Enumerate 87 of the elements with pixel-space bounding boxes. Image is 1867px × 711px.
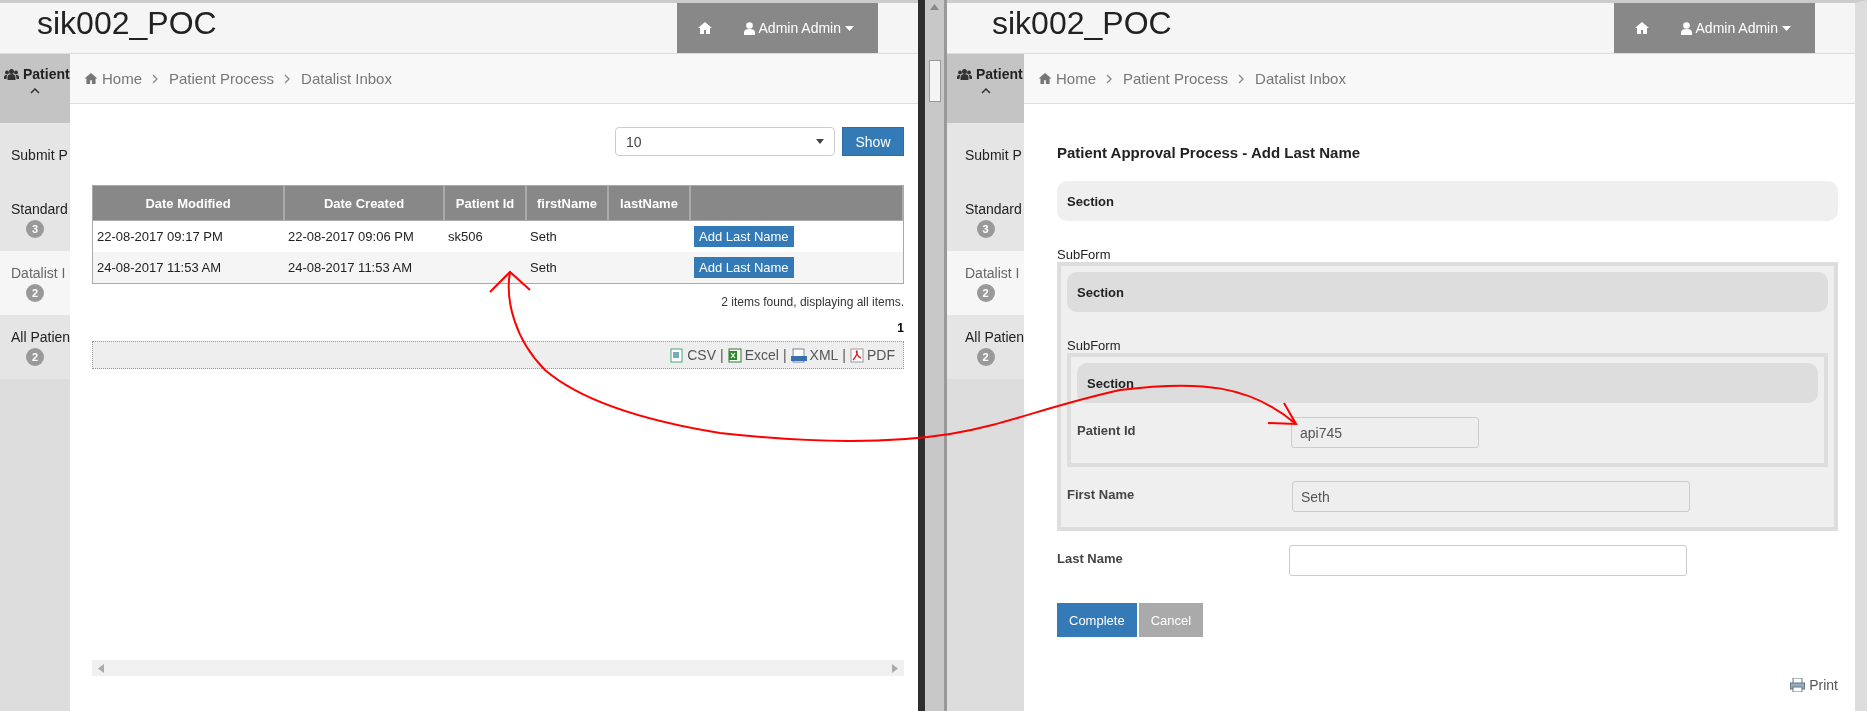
export-link[interactable]: XML [790,347,839,363]
sidebar-item[interactable]: Datalist I 2 [947,251,1024,315]
print-link[interactable]: Print [1790,677,1838,693]
printer-icon [1790,678,1806,692]
user-menu[interactable]: Admin Admin [733,3,878,53]
vertical-scrollbar[interactable] [925,0,947,711]
home-icon [1038,73,1052,84]
breadcrumb-link[interactable]: Datalist Inbox [301,70,392,87]
table-cell: Seth [526,252,608,284]
column-header: lastName [608,185,690,221]
sidebar-item[interactable]: Submit P [947,123,1024,187]
caret-icon [816,139,824,144]
separator: | [842,347,846,363]
field-label: First Name [1067,486,1136,502]
export-link[interactable]: CSV [670,347,717,363]
table-cell: 22-08-2017 09:17 PM [92,220,284,252]
table-cell: 24-08-2017 11:53 AM [284,252,444,284]
spreadsheet-icon [727,347,742,363]
export-link[interactable]: PDF [850,347,895,363]
subform-legend: SubForm [1057,247,1111,262]
sidebar-item[interactable]: Submit P [0,123,70,187]
page-number[interactable]: 1 [92,321,904,335]
pdf-icon [850,347,864,363]
users-icon [957,68,972,80]
user-menu[interactable]: Admin Admin [1670,3,1815,53]
column-header: Patient Id [444,185,526,221]
scroll-left-icon[interactable] [98,663,104,673]
export-link[interactable]: Excel [727,347,779,363]
field-label: Patient Id [1077,422,1137,438]
scrollbar-thumb[interactable] [928,60,941,102]
column-header: Date Created [284,185,444,221]
user-icon [743,21,755,35]
breadcrumb-link[interactable]: Datalist Inbox [1255,70,1346,87]
xml-file-icon [790,347,807,363]
separator: | [782,347,787,363]
horizontal-scrollbar[interactable] [92,660,904,676]
home-icon [1635,22,1649,34]
items-summary: 2 items found, displaying all items. [720,295,904,309]
field-label: Last Name [1057,550,1124,566]
breadcrumb-link[interactable]: Patient Process [1123,70,1229,87]
chevron-icon [152,73,159,84]
text-field[interactable]: api745 [1291,417,1479,448]
user-icon [1680,21,1692,35]
breadcrumb-link[interactable]: Patient Process [169,70,275,87]
column-header: firstName [526,185,608,221]
csv-file-icon [670,347,685,363]
chevron-icon [1238,73,1246,84]
home-icon [698,22,712,34]
users-icon [4,68,19,80]
site-title: sik002_POC [991,4,1173,43]
scroll-right-icon[interactable] [892,663,898,673]
chevron-icon [30,88,40,94]
table-cell: sk506 [444,220,526,252]
subform-legend: SubForm [1067,338,1121,353]
section-header: Section [1057,181,1838,221]
home-icon [84,73,98,84]
site-title: sik002_POC [36,4,218,43]
caret-icon [1782,25,1791,31]
scroll-up-icon[interactable] [930,4,939,10]
sidebar-item[interactable]: All Patien 2 [0,315,70,379]
form-title: Patient Approval Process - Add Last Name [1057,144,1362,161]
breadcrumb-link[interactable]: Home [84,70,142,87]
sidebar-item[interactable]: Standard 3 [0,187,70,251]
chevron-icon [1106,73,1113,84]
text-field[interactable]: Seth [1292,481,1690,512]
page-size-select[interactable]: 10 [615,127,835,156]
sidebar-item[interactable]: Standard 3 [947,187,1024,251]
sidebar-item[interactable]: Datalist I 2 [0,251,70,315]
add-last-name-button[interactable]: Add Last Name [694,226,794,247]
sidebar-group[interactable]: Patient [947,54,1024,123]
chevron-icon [284,73,292,84]
add-last-name-button[interactable]: Add Last Name [694,257,794,278]
sidebar-item[interactable]: All Patien 2 [947,315,1024,379]
table-cell: 24-08-2017 11:53 AM [92,252,284,284]
form-button[interactable]: Complete [1057,603,1137,637]
caret-icon [845,25,854,31]
table-cell: Seth [526,220,608,252]
sidebar-group[interactable]: Patient [0,54,70,123]
breadcrumb-link[interactable]: Home [1038,70,1096,87]
chevron-icon [980,88,991,94]
text-field[interactable] [1289,545,1687,576]
section-header: Section [1067,272,1828,312]
separator: | [720,347,724,363]
show-button[interactable]: Show [842,127,904,156]
section-header: Section [1077,363,1818,403]
column-header: Date Modified [92,185,284,221]
table-cell: 22-08-2017 09:06 PM [284,220,444,252]
